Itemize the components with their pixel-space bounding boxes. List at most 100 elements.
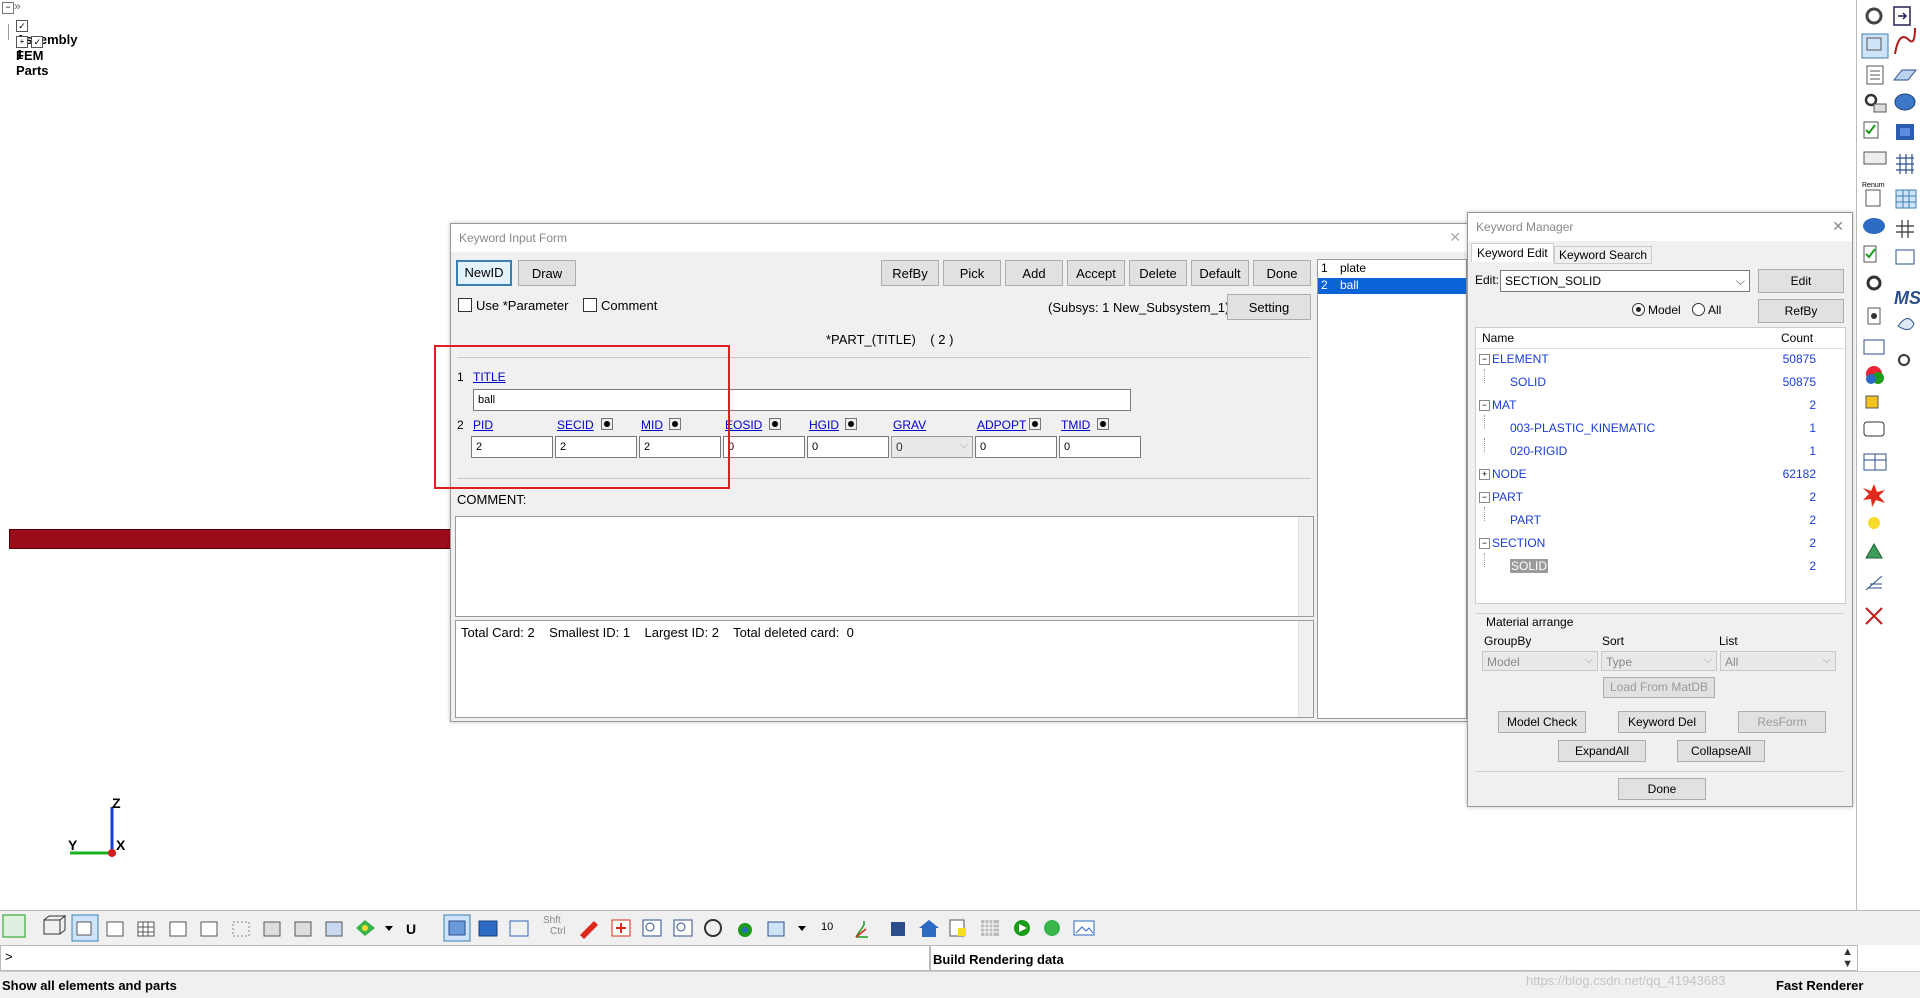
pick-button[interactable]: Pick xyxy=(943,260,1001,286)
tree-item-name[interactable]: PART xyxy=(1492,490,1523,504)
field-input-hgid[interactable]: 0 xyxy=(807,436,889,458)
tree-item-name[interactable]: 020-RIGID xyxy=(1510,444,1567,458)
expand-icon[interactable]: + xyxy=(16,35,28,48)
checkbox-icon[interactable]: ✓ xyxy=(16,19,28,32)
reference-dot-icon[interactable] xyxy=(845,418,857,430)
command-line[interactable]: > xyxy=(0,945,930,971)
collapse-icon[interactable]: − xyxy=(1479,354,1490,365)
plate-part-mesh[interactable] xyxy=(9,529,451,549)
color-wheel-icon xyxy=(1866,366,1884,384)
radio-all[interactable]: All xyxy=(1692,303,1721,317)
field-input-eosid[interactable]: 0 xyxy=(723,436,805,458)
mesh-grid-icon xyxy=(1896,154,1914,174)
sort-select[interactable]: Type xyxy=(1601,650,1717,671)
close-icon[interactable]: ✕ xyxy=(1449,229,1461,246)
keyword-del-button[interactable]: Keyword Del xyxy=(1618,711,1706,733)
refby-button[interactable]: RefBy xyxy=(1758,299,1844,323)
accept-button[interactable]: Accept xyxy=(1067,260,1125,286)
tree-item-name[interactable]: SOLID xyxy=(1510,559,1549,573)
reference-dot-icon[interactable] xyxy=(1029,418,1041,430)
add-button[interactable]: Add xyxy=(1005,260,1063,286)
tree-item-name[interactable]: NODE xyxy=(1492,467,1527,481)
refby-button[interactable]: RefBy xyxy=(881,260,939,286)
comment-textarea[interactable] xyxy=(455,516,1314,617)
radio-selected-icon[interactable] xyxy=(1632,303,1645,316)
done-button[interactable]: Done xyxy=(1253,260,1311,286)
checkbox-icon[interactable]: ✓ xyxy=(31,35,44,48)
newid-button[interactable]: NewID xyxy=(456,260,512,286)
field-label-eosid[interactable]: EOSID xyxy=(725,418,762,432)
done-button[interactable]: Done xyxy=(1618,778,1706,800)
expand-all-button[interactable]: ExpandAll xyxy=(1558,740,1646,762)
setting-button[interactable]: Setting xyxy=(1227,294,1311,320)
tree-item-name[interactable]: SOLID xyxy=(1510,375,1546,389)
stats-text: Total Card: 2 Smallest ID: 1 Largest ID:… xyxy=(461,625,854,640)
grid-select-icon xyxy=(1895,189,1917,209)
field-label-adpopt[interactable]: ADPOPT xyxy=(977,418,1026,432)
expand-icon[interactable]: + xyxy=(1479,469,1490,480)
radio-icon[interactable] xyxy=(1692,303,1705,316)
scrollbar[interactable] xyxy=(1298,621,1313,717)
edit-combo[interactable]: SECTION_SOLID ⌵ xyxy=(1500,270,1750,292)
field-label-tmid[interactable]: TMID xyxy=(1061,418,1090,432)
tree-item-name[interactable]: SECTION xyxy=(1492,536,1545,550)
load-from-matdb-button[interactable]: Load From MatDB xyxy=(1603,677,1715,698)
close-icon[interactable]: ✕ xyxy=(1832,218,1844,235)
tab-keyword-search[interactable]: Keyword Search xyxy=(1554,246,1653,264)
field-input-grav[interactable]: 0 xyxy=(891,435,973,458)
resform-button[interactable]: ResForm xyxy=(1738,711,1826,733)
tree-item-name[interactable]: MAT xyxy=(1492,398,1516,412)
column-header-count: Count xyxy=(1781,331,1814,345)
checkbox-icon[interactable] xyxy=(458,298,472,312)
default-button[interactable]: Default xyxy=(1191,260,1249,286)
grid-icon xyxy=(1896,220,1914,238)
axis-z-label: Z xyxy=(112,795,121,811)
mesh-lines-icon xyxy=(294,921,312,937)
groupby-select[interactable]: Model xyxy=(1482,650,1598,671)
field-label-grav[interactable]: GRAV xyxy=(893,418,926,432)
curve-icon xyxy=(1894,27,1916,55)
tree-item-name[interactable]: 003-PLASTIC_KINEMATIC xyxy=(1510,421,1655,435)
edit-button[interactable]: Edit xyxy=(1758,269,1844,293)
use-parameter-option[interactable]: Use *Parameter xyxy=(458,298,568,313)
field-label-hgid[interactable]: HGID xyxy=(809,418,839,432)
u-label[interactable]: U xyxy=(406,921,416,937)
radio-model[interactable]: Model xyxy=(1632,303,1681,317)
comment-option[interactable]: Comment xyxy=(583,298,657,313)
collapse-icon[interactable]: − xyxy=(1479,492,1490,503)
tree-item-name[interactable]: PART xyxy=(1510,513,1541,527)
list-select[interactable]: All xyxy=(1720,650,1836,671)
tab-keyword-edit[interactable]: Keyword Edit xyxy=(1471,243,1554,262)
checkbox-icon[interactable] xyxy=(583,298,597,312)
edit-combo-value: SECTION_SOLID xyxy=(1505,274,1602,288)
collapse-icon[interactable]: − xyxy=(2,2,14,14)
tree-item-fem-parts[interactable]: + ✓ FEM Parts xyxy=(16,34,49,78)
tree-item-name[interactable]: ELEMENT xyxy=(1492,352,1549,366)
ten-label: 10 xyxy=(821,921,834,933)
keyword-tree[interactable]: Name Count − ELEMENT 50875 SOLID 50875− MAT 2 0… xyxy=(1475,327,1846,604)
dialog-title: Keyword Input Form xyxy=(451,224,1469,252)
reference-dot-icon[interactable] xyxy=(769,418,781,430)
model-check-button[interactable]: Model Check xyxy=(1498,711,1586,733)
watermark-text: https://blog.csdn.net/qq_41943683 xyxy=(1526,973,1726,988)
tree-item-count: 1 xyxy=(1809,421,1816,435)
ctrl-label[interactable]: Ctrl xyxy=(550,926,566,937)
field-input-tmid[interactable]: 0 xyxy=(1059,436,1141,458)
keyword-list[interactable]: 1 plate 2 ball xyxy=(1317,259,1467,719)
collapse-all-button[interactable]: CollapseAll xyxy=(1677,740,1765,762)
draw-button[interactable]: Draw xyxy=(518,260,576,286)
ms-label[interactable]: MS xyxy=(1894,288,1920,309)
scrollbar[interactable] xyxy=(1298,517,1313,616)
spin-arrows-icon[interactable]: ▲ ▼ xyxy=(1842,946,1853,970)
list-item-selected[interactable]: 2 ball xyxy=(1318,278,1466,294)
shft-label[interactable]: Shft xyxy=(543,915,561,926)
collapse-icon[interactable]: − xyxy=(1479,538,1490,549)
chevron-down-icon[interactable]: ⌵ xyxy=(1736,271,1745,291)
field-input-adpopt[interactable]: 0 xyxy=(975,436,1057,458)
reference-dot-icon[interactable] xyxy=(1097,418,1109,430)
list-item[interactable]: 1 plate xyxy=(1318,261,1466,277)
tree-connector xyxy=(1484,415,1486,429)
expand-arrows-icon[interactable]: » xyxy=(14,0,21,13)
collapse-icon[interactable]: − xyxy=(1479,400,1490,411)
delete-button[interactable]: Delete xyxy=(1129,260,1187,286)
